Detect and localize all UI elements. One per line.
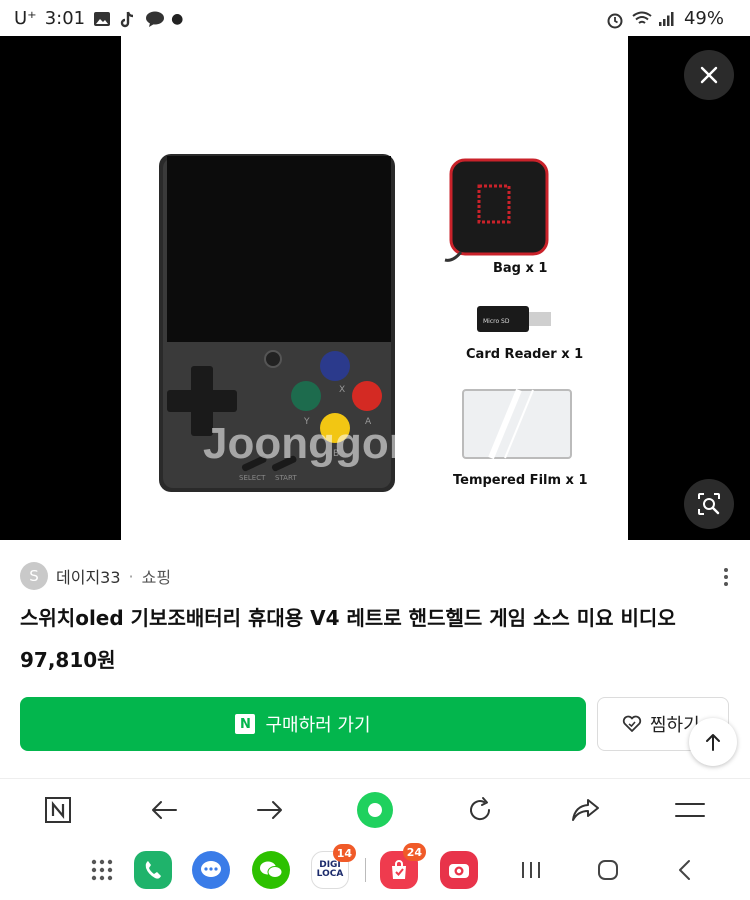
naver-home-button[interactable] bbox=[36, 789, 80, 831]
seller-separator: · bbox=[128, 566, 134, 586]
card-reader-text: Micro SD bbox=[483, 318, 510, 325]
select-label: SELECT bbox=[239, 474, 266, 482]
refresh-icon bbox=[470, 797, 491, 821]
product-info: S 데이지33 · 쇼핑 스위치oled 기보조배터리 휴대용 V4 레트로 핸… bbox=[0, 540, 750, 778]
talk-icon bbox=[145, 11, 165, 27]
accessory-bag-label: Bag x 1 bbox=[493, 261, 547, 276]
tiktok-icon bbox=[119, 11, 137, 27]
phone-icon bbox=[134, 851, 172, 889]
more-dot-icon bbox=[724, 575, 728, 579]
digiloca-badge: 14 bbox=[332, 844, 356, 862]
accessory-film-label: Tempered Film x 1 bbox=[453, 473, 588, 488]
wifi-icon bbox=[632, 11, 652, 27]
dock-divider bbox=[365, 858, 366, 882]
signal-icon bbox=[658, 11, 676, 27]
more-dot-icon bbox=[724, 568, 728, 572]
recent-apps-button[interactable] bbox=[509, 848, 553, 892]
seller-avatar[interactable]: S bbox=[20, 562, 48, 590]
more-options-button[interactable] bbox=[716, 564, 736, 590]
share-button[interactable] bbox=[563, 789, 607, 831]
button-label-x: X bbox=[339, 385, 345, 395]
accessory-card-reader-label: Card Reader x 1 bbox=[466, 347, 583, 362]
product-illustration: X Y A B SELECT START Joonggonara Bag x 1… bbox=[159, 154, 588, 492]
close-icon bbox=[700, 66, 718, 84]
forward-button[interactable] bbox=[248, 789, 292, 831]
product-title: 스위치oled 기보조배터리 휴대용 V4 레트로 핸드헬드 게임 소스 미요 … bbox=[20, 606, 676, 630]
image-viewer[interactable]: X Y A B SELECT START Joonggonara Bag x 1… bbox=[0, 36, 750, 540]
camera-app[interactable] bbox=[437, 848, 481, 892]
camera-icon bbox=[440, 851, 478, 889]
share-icon bbox=[572, 799, 599, 821]
naver-n-icon: N bbox=[235, 714, 256, 734]
back-button[interactable] bbox=[142, 789, 186, 831]
digiloca-icon: DIGI LOCA 14 bbox=[311, 844, 356, 889]
recents-icon bbox=[522, 862, 540, 878]
shopping-app[interactable]: 24 bbox=[377, 843, 426, 892]
close-button[interactable] bbox=[684, 50, 734, 100]
system-dock: DIGI LOCA 14 24 bbox=[0, 840, 750, 900]
shopping-badge: 24 bbox=[402, 843, 426, 861]
wechat-app[interactable] bbox=[249, 848, 293, 892]
app-grid-icon bbox=[91, 859, 113, 881]
more-dot-icon bbox=[724, 582, 728, 586]
app-drawer-button[interactable] bbox=[80, 848, 124, 892]
buy-button-label: 구매하러 가기 bbox=[265, 715, 371, 736]
wechat-icon bbox=[252, 851, 290, 889]
gallery-icon bbox=[93, 11, 111, 27]
seller-category: 쇼핑 bbox=[141, 568, 172, 587]
status-bar: U⁺ 3:01 ● 49% bbox=[0, 0, 750, 36]
shopping-bag-icon: 24 bbox=[380, 843, 426, 889]
start-label: START bbox=[275, 474, 297, 482]
status-time: 3:01 bbox=[44, 8, 86, 29]
chevron-left-icon bbox=[679, 860, 690, 880]
green-dot-icon bbox=[357, 792, 393, 828]
image-search-icon bbox=[698, 493, 720, 515]
battery-percent: 49% bbox=[683, 8, 724, 29]
digiloca-text-bottom: LOCA bbox=[316, 869, 344, 879]
buy-button[interactable]: N 구매하러 가기 bbox=[20, 697, 586, 751]
seller-name[interactable]: 데이지33 bbox=[56, 564, 121, 588]
product-price: 97,810원 bbox=[20, 648, 116, 672]
watermark-text: Joonggonara bbox=[203, 419, 482, 468]
hamburger-icon bbox=[675, 803, 705, 817]
heart-icon bbox=[622, 715, 642, 732]
home-button[interactable] bbox=[586, 848, 630, 892]
visual-search-button[interactable] bbox=[684, 479, 734, 529]
arrow-right-icon bbox=[257, 801, 282, 819]
phone-app[interactable] bbox=[131, 848, 175, 892]
home-icon bbox=[598, 860, 618, 880]
arrow-left-icon bbox=[152, 801, 177, 819]
refresh-button[interactable] bbox=[458, 789, 502, 831]
dot-icon: ● bbox=[171, 10, 184, 27]
menu-button[interactable] bbox=[668, 789, 712, 831]
browser-toolbar bbox=[0, 778, 750, 840]
system-back-button[interactable] bbox=[663, 848, 707, 892]
digiloca-app[interactable]: DIGI LOCA 14 bbox=[308, 844, 356, 892]
arrow-up-icon bbox=[706, 734, 720, 751]
carrier-label: U⁺ bbox=[14, 8, 37, 29]
seller-row[interactable]: S 데이지33 · 쇼핑 bbox=[20, 562, 171, 590]
scroll-to-top-button[interactable] bbox=[689, 718, 737, 766]
alarm-icon bbox=[606, 11, 624, 28]
green-dot-button[interactable] bbox=[353, 789, 397, 831]
messages-icon bbox=[192, 851, 230, 889]
messages-app[interactable] bbox=[189, 848, 233, 892]
product-image[interactable]: X Y A B SELECT START Joonggonara Bag x 1… bbox=[121, 36, 628, 540]
naver-n-icon bbox=[45, 797, 71, 823]
